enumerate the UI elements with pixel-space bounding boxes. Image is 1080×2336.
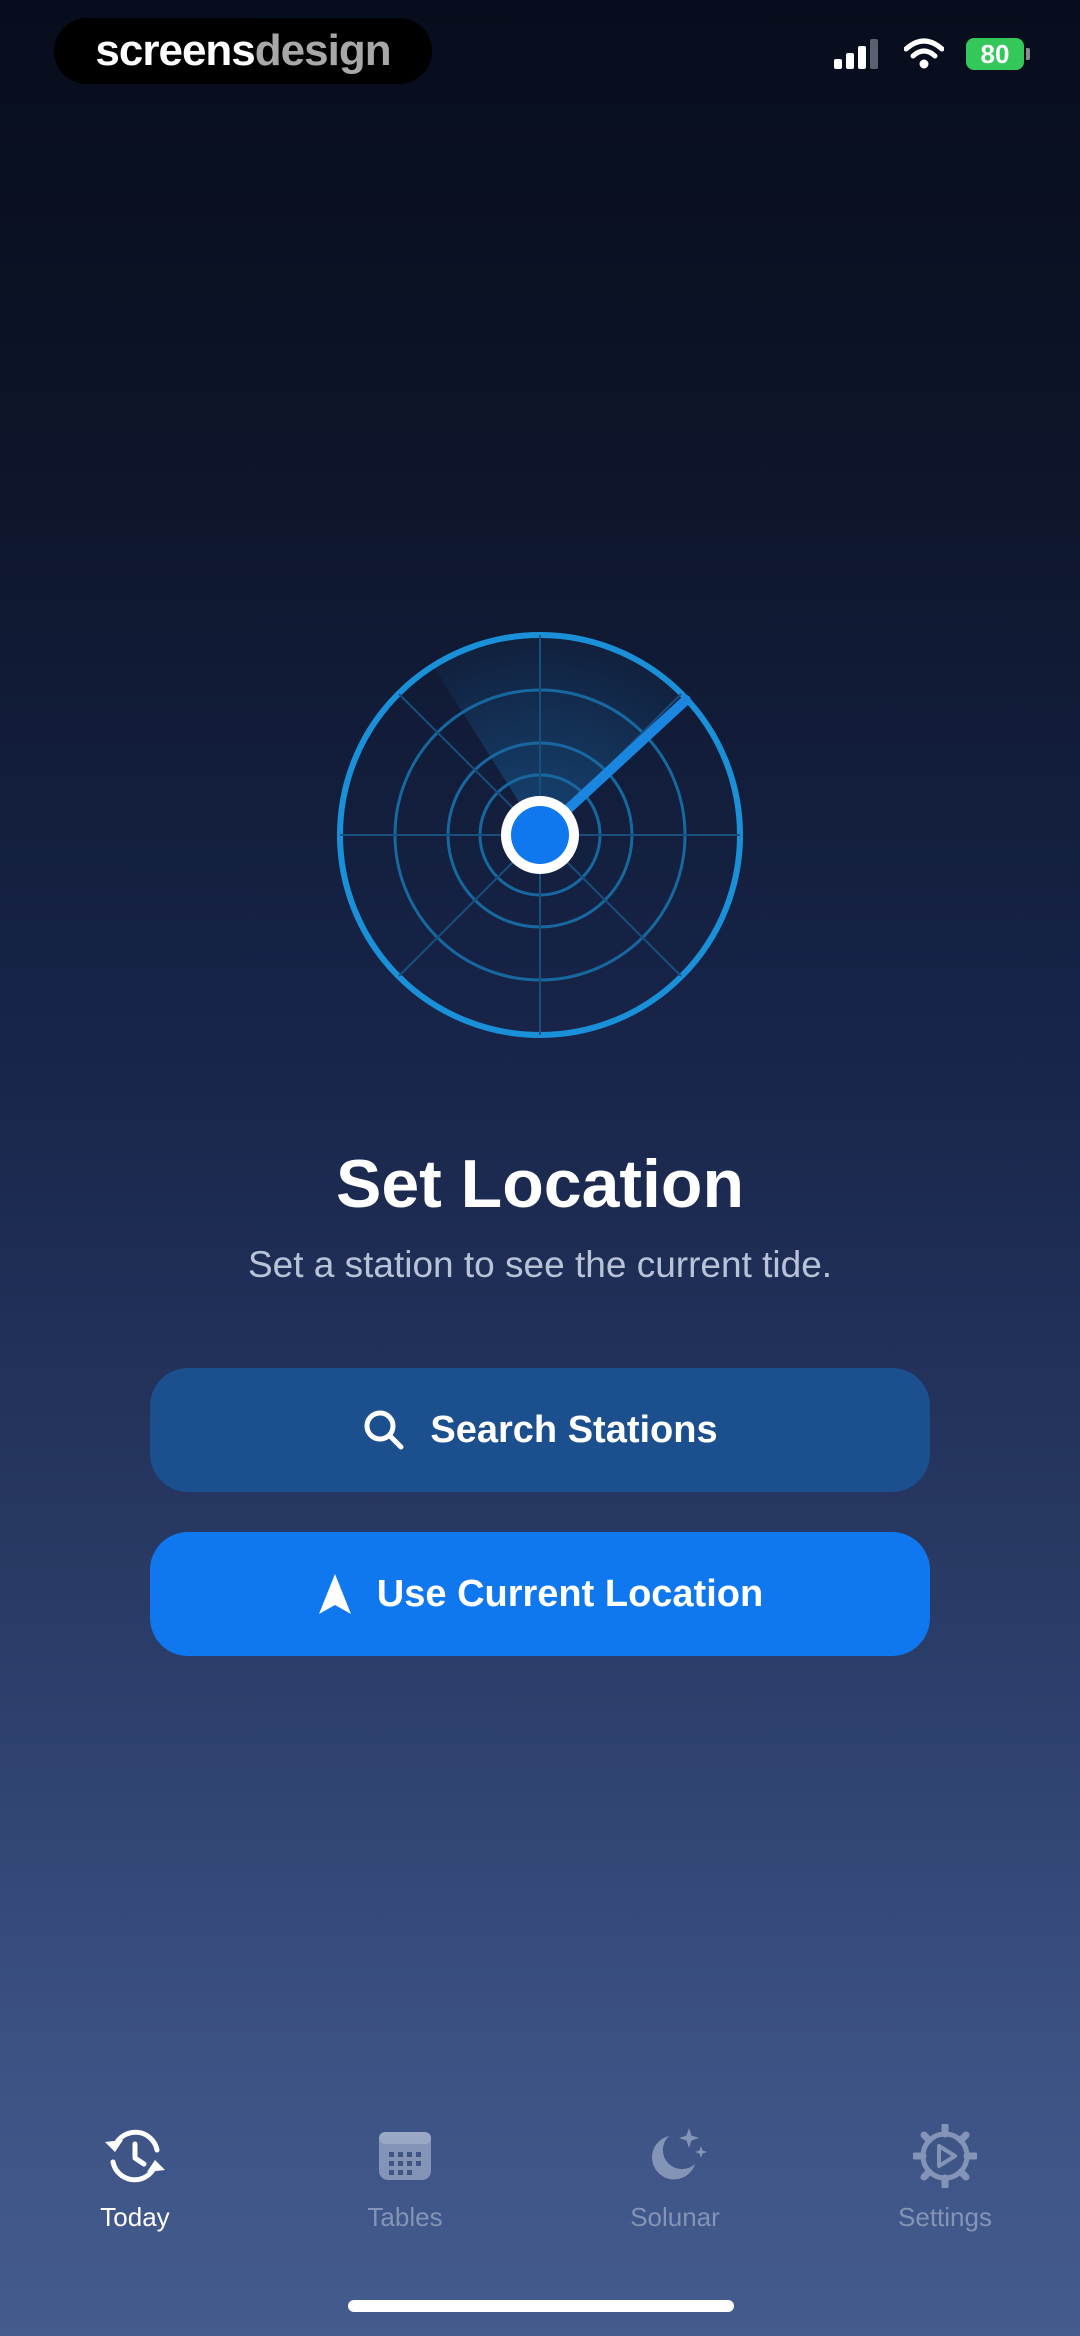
wifi-icon <box>904 38 944 69</box>
tab-settings[interactable]: Settings <box>845 2120 1045 2233</box>
status-bar: 80 <box>834 38 1030 70</box>
home-indicator <box>348 2300 734 2312</box>
search-icon <box>362 1408 406 1452</box>
tab-settings-label: Settings <box>898 2202 992 2232</box>
tab-tables-label: Tables <box>367 2202 443 2232</box>
location-arrow-icon <box>317 1572 353 1616</box>
use-current-location-label: Use Current Location <box>376 1572 764 1615</box>
moon-stars-icon <box>643 2120 707 2192</box>
tab-solunar-label: Solunar <box>630 2202 720 2232</box>
cellular-signal-icon <box>834 39 878 69</box>
watermark-part-2: design <box>254 26 392 75</box>
search-stations-label: Search Stations <box>430 1408 718 1451</box>
clock-refresh-icon <box>101 2120 169 2192</box>
battery-level: 80 <box>980 38 1010 69</box>
page-subtitle: Set a station to see the current tide. <box>247 1244 833 1285</box>
screensdesign-watermark: screens design <box>54 18 432 84</box>
search-stations-button[interactable]: Search Stations <box>150 1368 930 1492</box>
tab-tables[interactable]: Tables <box>305 2120 505 2233</box>
calendar-grid-icon <box>375 2120 435 2192</box>
radar-icon <box>337 632 743 1038</box>
gear-play-icon <box>913 2120 977 2192</box>
tab-today[interactable]: Today <box>35 2120 235 2233</box>
use-current-location-button[interactable]: Use Current Location <box>150 1532 930 1656</box>
watermark-part-1: screens <box>95 26 255 75</box>
page-title: Set Location <box>335 1146 745 1222</box>
battery-indicator: 80 <box>966 38 1030 70</box>
tab-bar: Today Tables Solunar Settings <box>0 2120 1080 2260</box>
tab-today-label: Today <box>100 2202 170 2232</box>
tab-solunar[interactable]: Solunar <box>575 2120 775 2233</box>
